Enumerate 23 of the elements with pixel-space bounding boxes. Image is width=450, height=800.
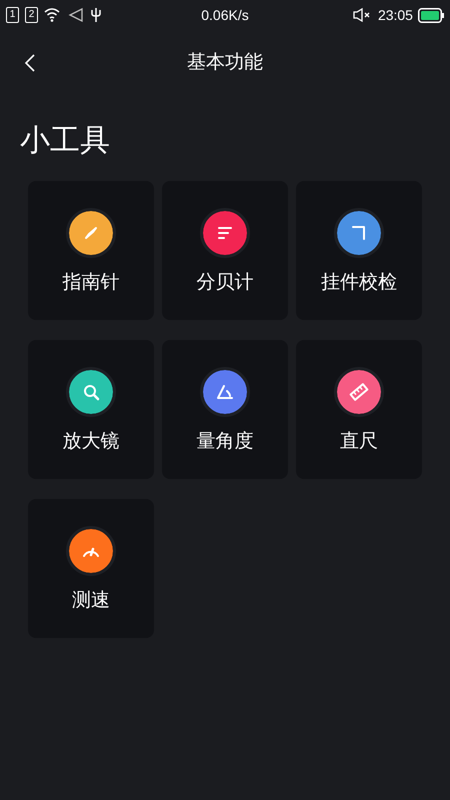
network-speed: 0.06K/s (201, 6, 249, 24)
tool-card[interactable]: 放大镜 (28, 340, 154, 479)
battery-icon (418, 8, 444, 22)
tool-card[interactable]: 分贝计 (162, 181, 288, 320)
back-icon (24, 53, 36, 73)
clock: 23:05 (378, 6, 413, 24)
tool-card[interactable]: 测速 (28, 499, 154, 638)
page-title: 基本功能 (187, 50, 263, 75)
triangle-angle-icon (216, 383, 234, 401)
usb-icon (90, 7, 102, 23)
corner-icon (350, 224, 368, 242)
bars-icon (216, 224, 234, 242)
tool-card[interactable]: 指南针 (28, 181, 154, 320)
section-title: 小工具 (20, 124, 110, 157)
sim-icon: 1 (6, 7, 19, 23)
magnifier-icon (82, 383, 100, 401)
tool-card[interactable]: 直尺 (296, 340, 422, 479)
compass-needle-icon (82, 224, 100, 242)
tool-card[interactable]: 挂件校检 (296, 181, 422, 320)
wifi-icon (44, 7, 62, 23)
ruler-icon (349, 382, 369, 402)
tool-card[interactable]: 量角度 (162, 340, 288, 479)
sim-icon: 2 (25, 7, 38, 23)
